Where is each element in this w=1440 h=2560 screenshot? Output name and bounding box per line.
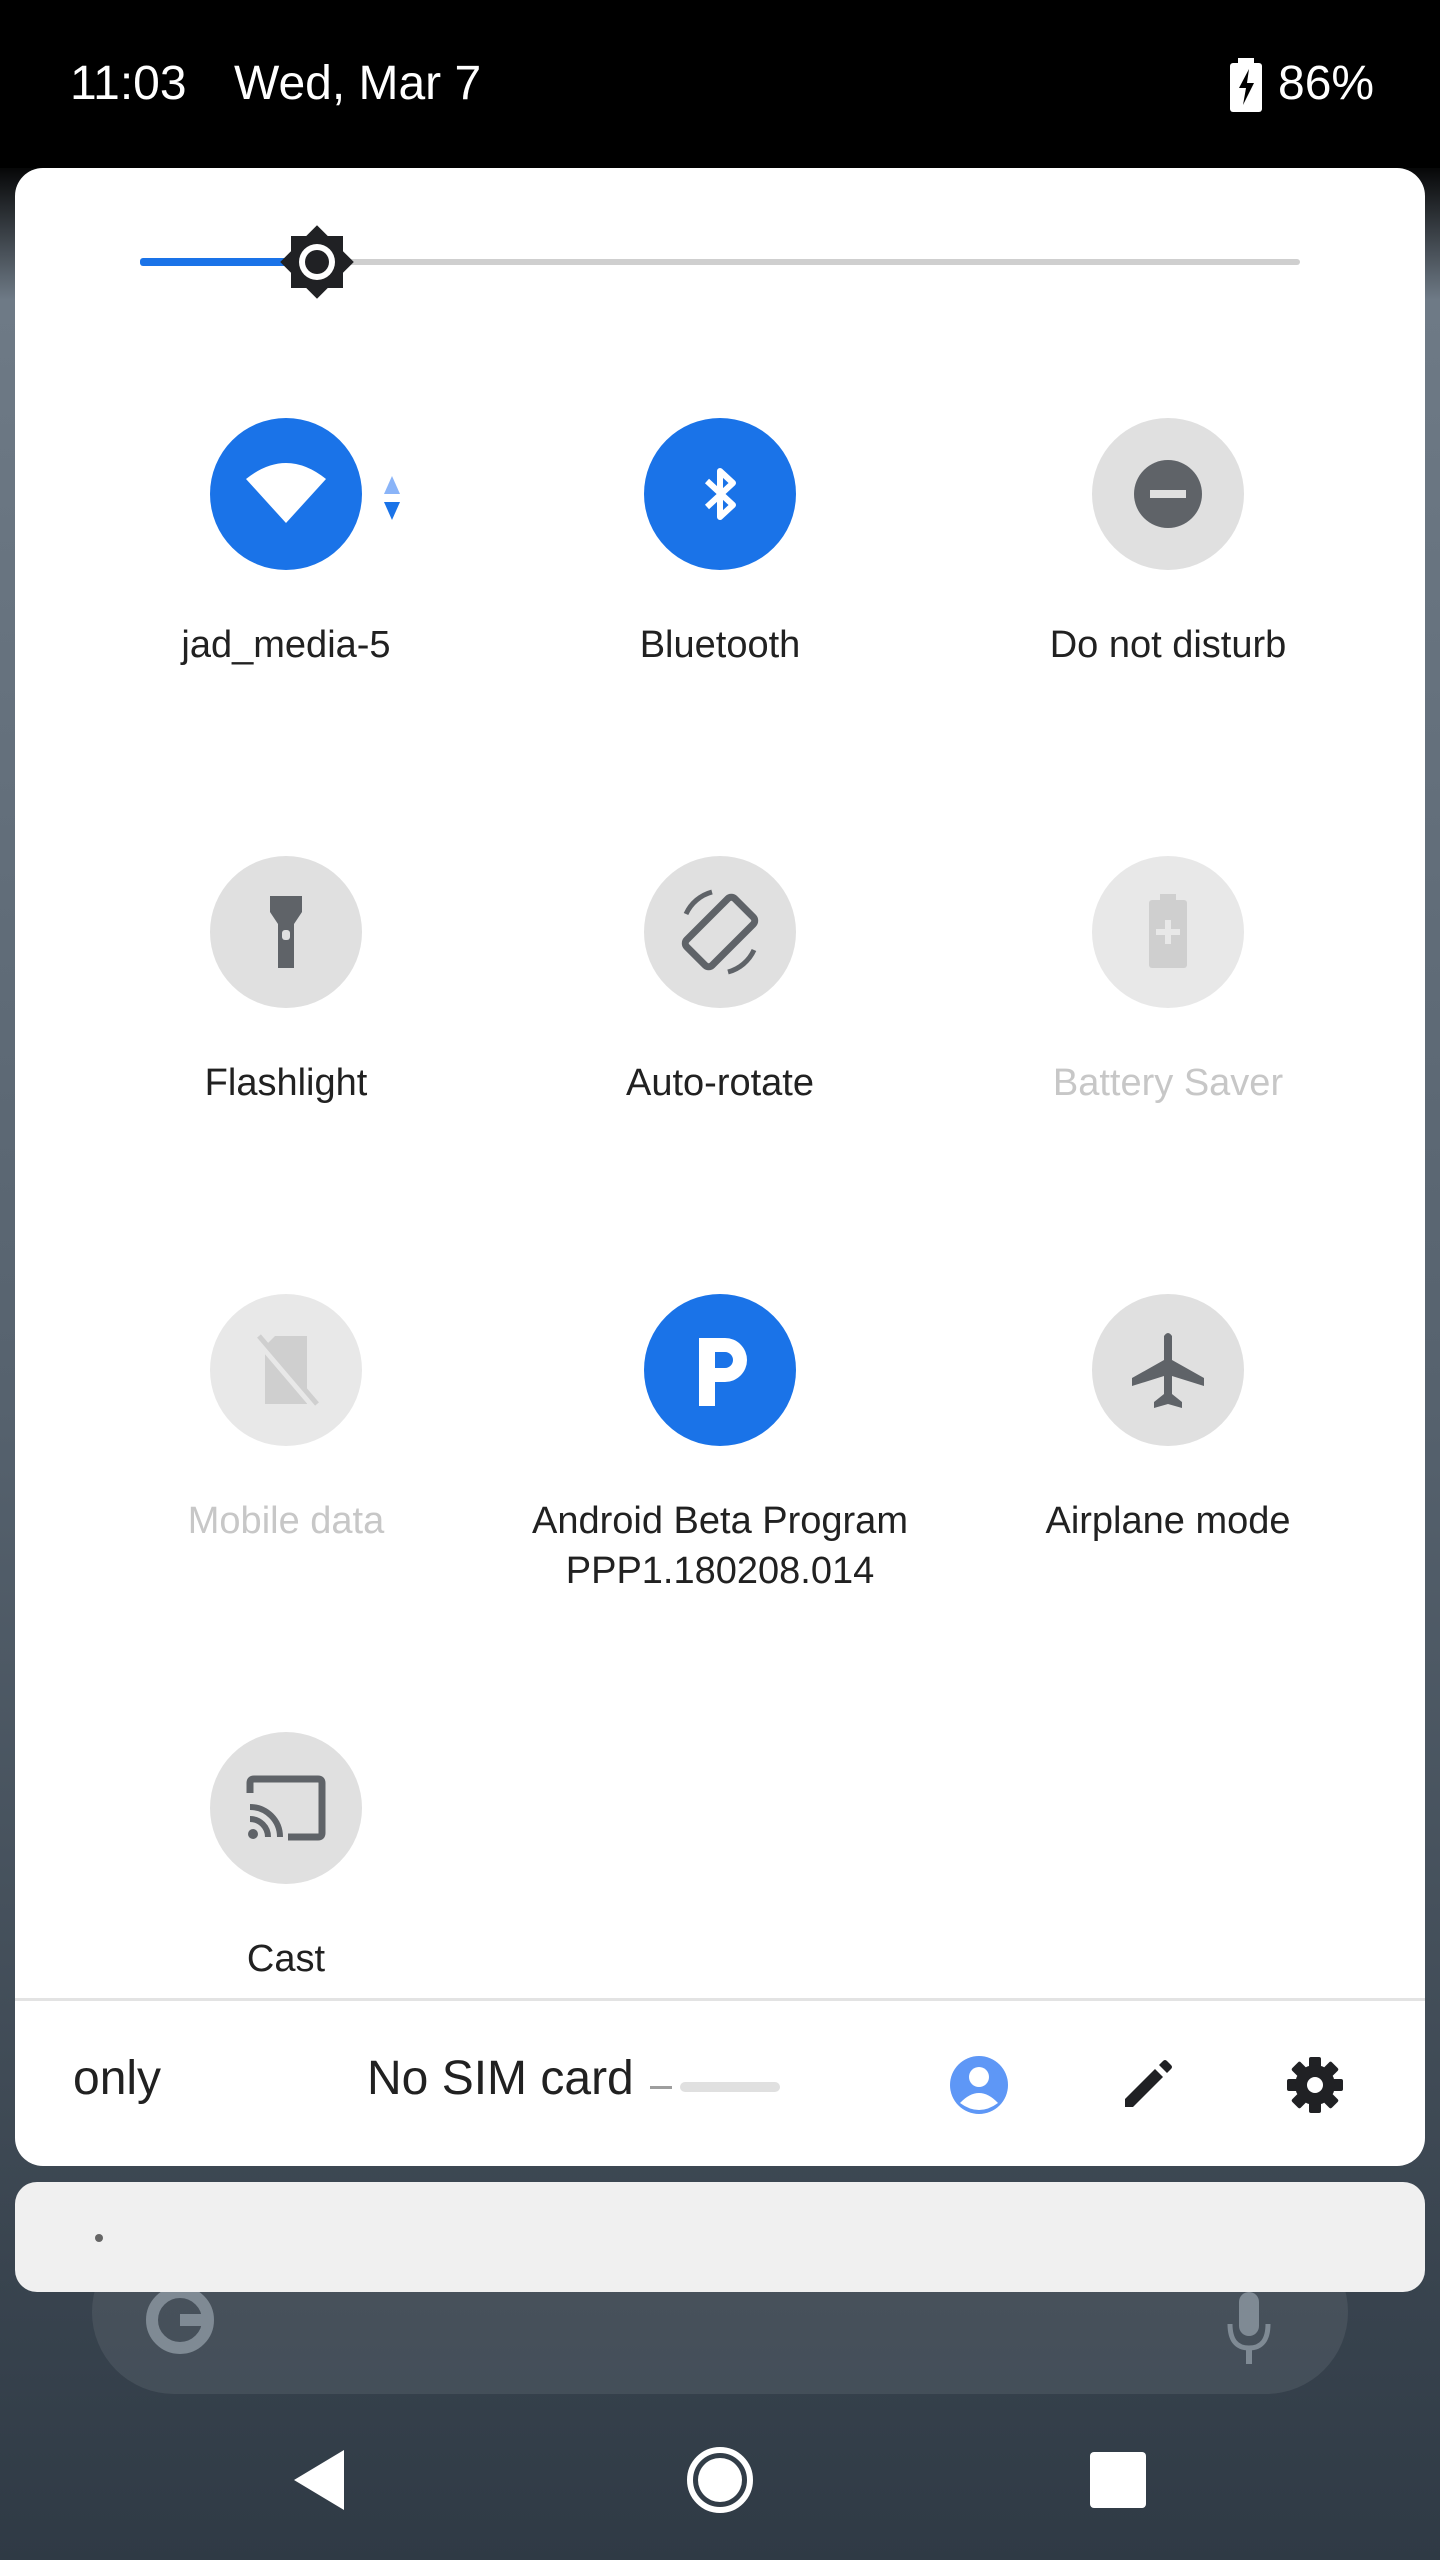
tile-auto-rotate-label: Auto-rotate [626,1062,814,1104]
tile-do-not-disturb[interactable]: Do not disturb [944,418,1392,670]
home-icon[interactable] [680,2440,760,2520]
edit-icon[interactable] [1115,2053,1179,2117]
user-icon[interactable] [947,2053,1011,2117]
wifi-icon [246,463,326,523]
tile-auto-rotate[interactable]: Auto-rotate [496,856,944,1108]
back-icon[interactable] [282,2440,362,2520]
brightness-icon[interactable] [271,216,363,308]
google-logo-icon [146,2286,214,2354]
battery-saver-icon [1149,894,1187,968]
mobile-data-icon [253,1334,319,1409]
page-indicator [650,2082,780,2092]
bluetooth-icon [704,468,736,520]
tile-android-beta-sublabel: PPP1.180208.014 [565,1550,875,1592]
tile-android-beta[interactable]: Android Beta Program PPP1.180208.014 [496,1294,944,1596]
carrier-text-partial: only [73,2052,162,2105]
battery-percent: 86% [1278,57,1375,110]
quick-settings-panel: jad_media-5 Bluetooth Do not disturb Fla… [15,168,1425,2166]
recents-icon[interactable] [1078,2440,1158,2520]
airplane-icon [1132,1333,1204,1408]
tile-dnd-label: Do not disturb [1049,624,1287,666]
beta-program-icon [699,1338,747,1406]
data-activity-icon [384,476,400,520]
tile-wifi[interactable]: jad_media-5 [62,418,510,670]
tile-battery-saver-label: Battery Saver [1052,1062,1284,1104]
tile-cast-label: Cast [246,1938,326,1980]
notification-dot [95,2234,103,2242]
do-not-disturb-icon [1134,460,1202,528]
tile-battery-saver[interactable]: Battery Saver [944,856,1392,1108]
tile-bluetooth-toggle[interactable] [644,418,796,570]
status-bar: 11:03 Wed, Mar 7 86% [0,0,1440,168]
tile-bluetooth-label: Bluetooth [639,624,801,666]
navigation-bar [0,2400,1440,2560]
tile-android-beta-toggle[interactable] [644,1294,796,1446]
auto-rotate-icon [681,889,759,975]
tile-mobile-data-toggle[interactable] [210,1294,362,1446]
tile-airplane-label: Airplane mode [1045,1500,1291,1542]
tile-mobile-data-label: Mobile data [187,1500,385,1542]
tile-flashlight-toggle[interactable] [210,856,362,1008]
tile-flashlight-label: Flashlight [204,1062,368,1104]
battery-charging-icon [1230,58,1262,112]
tile-airplane-mode[interactable]: Airplane mode [944,1294,1392,1546]
tile-flashlight[interactable]: Flashlight [62,856,510,1108]
tile-battery-saver-toggle[interactable] [1092,856,1244,1008]
tile-mobile-data[interactable]: Mobile data [62,1294,510,1546]
date: Wed, Mar 7 [234,57,482,110]
carrier-text: No SIM card [367,2052,634,2105]
mic-icon [1227,2292,1271,2364]
flashlight-icon [270,896,302,968]
tile-cast-toggle[interactable] [210,1732,362,1884]
tile-auto-rotate-toggle[interactable] [644,856,796,1008]
tile-dnd-toggle[interactable] [1092,418,1244,570]
clock: 11:03 [70,57,187,110]
quick-settings-footer: only No SIM card [15,2001,1425,2166]
cast-icon [246,1775,326,1841]
notification-card[interactable] [15,2182,1425,2292]
tile-airplane-toggle[interactable] [1092,1294,1244,1446]
tile-wifi-label: jad_media-5 [181,624,391,666]
tile-bluetooth[interactable]: Bluetooth [496,418,944,670]
tile-cast[interactable]: Cast [62,1732,510,1984]
tile-wifi-toggle[interactable] [210,418,400,570]
tile-android-beta-label: Android Beta Program [532,1500,908,1542]
settings-icon[interactable] [1283,2053,1347,2117]
